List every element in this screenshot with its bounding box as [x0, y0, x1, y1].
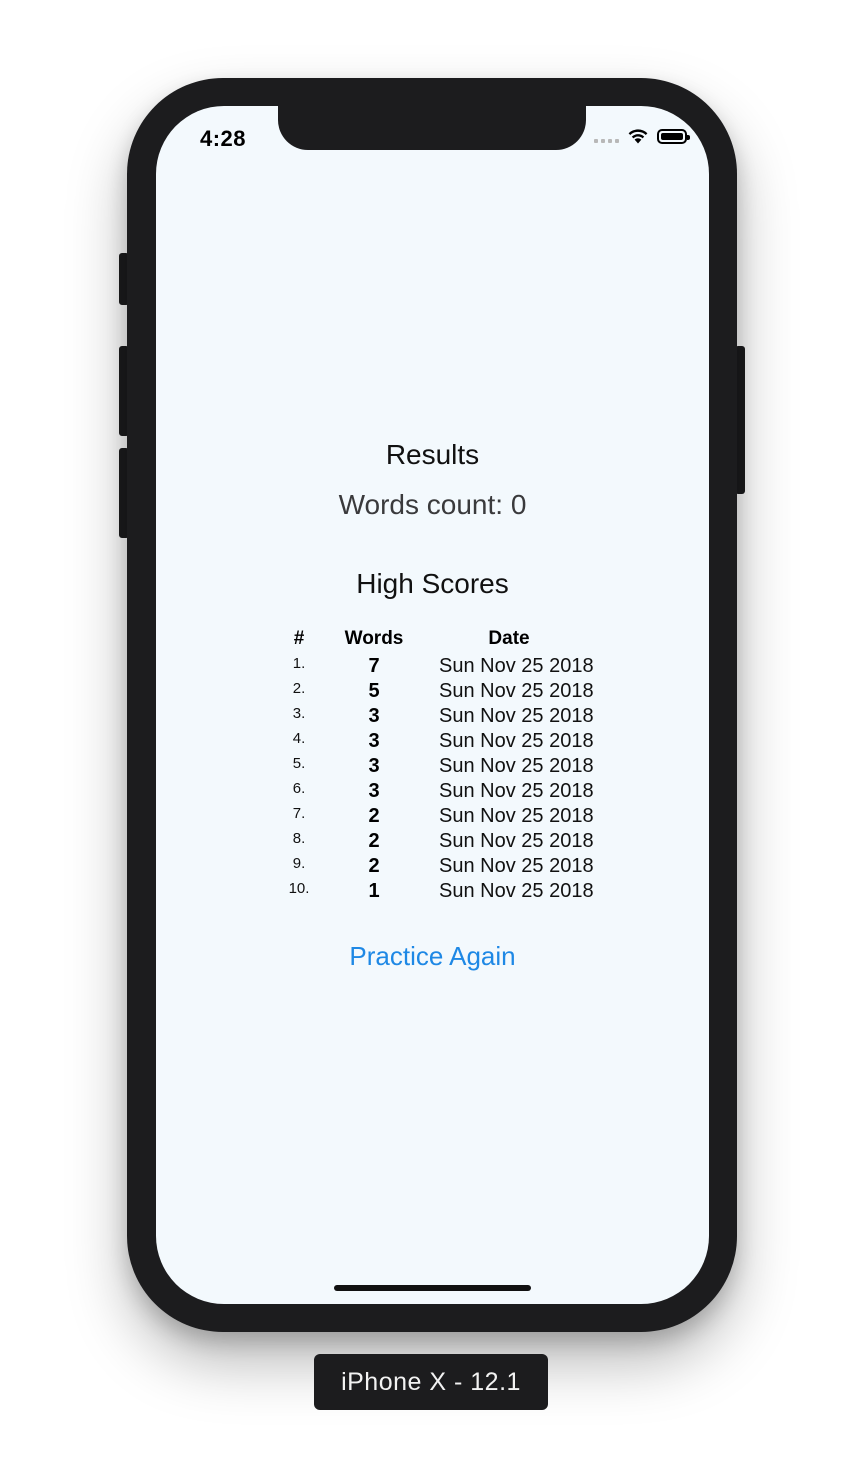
table-row: 5. 3 Sun Nov 25 2018	[274, 754, 594, 779]
row-rank: 1.	[292, 655, 306, 672]
row-rank: 2.	[292, 680, 306, 697]
row-words: 3	[368, 780, 380, 802]
table-row: 2. 5 Sun Nov 25 2018	[274, 679, 594, 704]
row-rank: 10.	[288, 880, 310, 897]
row-words: 5	[368, 680, 380, 702]
row-rank: 4.	[292, 730, 306, 747]
row-words: 1	[368, 880, 380, 902]
device-screen: 4:28 Results Words count: 0 High Scores …	[156, 106, 709, 1304]
row-date: Sun Nov 25 2018	[439, 705, 594, 727]
row-words: 3	[368, 755, 380, 777]
row-words: 7	[368, 655, 380, 677]
device-label: iPhone X - 12.1	[314, 1354, 548, 1410]
results-title: Results	[385, 439, 480, 470]
row-date: Sun Nov 25 2018	[439, 680, 594, 702]
row-date: Sun Nov 25 2018	[439, 780, 594, 802]
row-words: 3	[368, 705, 380, 727]
row-rank: 6.	[292, 780, 306, 797]
words-count: Words count: 0	[338, 489, 527, 520]
table-row: 1. 7 Sun Nov 25 2018	[274, 654, 594, 679]
row-date: Sun Nov 25 2018	[439, 730, 594, 752]
high-scores-table: # Words Date 1. 7 Sun Nov 25 2018 2. 5 S…	[274, 624, 594, 904]
practice-again-button[interactable]: Practice Again	[156, 941, 709, 972]
column-header-words: Words	[344, 628, 404, 649]
table-row: 7. 2 Sun Nov 25 2018	[274, 804, 594, 829]
row-words: 2	[368, 855, 380, 877]
simulator-stage: 4:28 Results Words count: 0 High Scores …	[0, 0, 864, 1482]
row-date: Sun Nov 25 2018	[439, 805, 594, 827]
table-row: 3. 3 Sun Nov 25 2018	[274, 704, 594, 729]
table-row: 9. 2 Sun Nov 25 2018	[274, 854, 594, 879]
row-rank: 7.	[292, 805, 306, 822]
row-date: Sun Nov 25 2018	[439, 830, 594, 852]
row-words: 2	[368, 830, 380, 852]
row-date: Sun Nov 25 2018	[439, 880, 594, 902]
high-scores-title: High Scores	[356, 568, 509, 599]
row-words: 2	[368, 805, 380, 827]
row-rank: 9.	[292, 855, 306, 872]
results-screen: Results Words count: 0 High Scores # Wor…	[156, 106, 709, 1304]
row-date: Sun Nov 25 2018	[439, 655, 594, 677]
row-rank: 8.	[292, 830, 306, 847]
row-rank: 5.	[292, 755, 306, 772]
table-row: 8. 2 Sun Nov 25 2018	[274, 829, 594, 854]
row-date: Sun Nov 25 2018	[439, 755, 594, 777]
row-date: Sun Nov 25 2018	[439, 855, 594, 877]
column-header-rank: #	[293, 628, 305, 649]
row-rank: 3.	[292, 705, 306, 722]
home-indicator[interactable]	[334, 1285, 531, 1291]
table-row: 10. 1 Sun Nov 25 2018	[274, 879, 594, 904]
column-header-date: Date	[488, 628, 530, 649]
table-header: # Words Date	[274, 624, 594, 654]
table-row: 4. 3 Sun Nov 25 2018	[274, 729, 594, 754]
table-row: 6. 3 Sun Nov 25 2018	[274, 779, 594, 804]
row-words: 3	[368, 730, 380, 752]
